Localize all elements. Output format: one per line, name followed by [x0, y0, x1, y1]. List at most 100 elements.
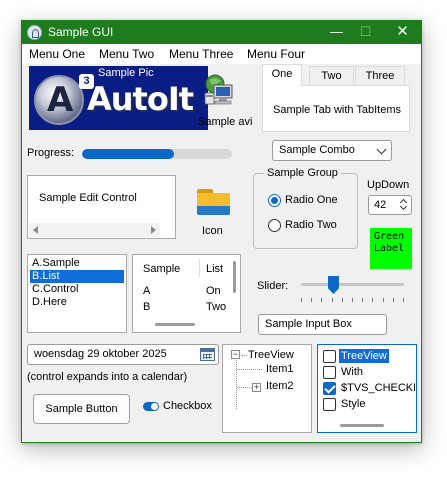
- menu-four[interactable]: Menu Four: [247, 47, 305, 61]
- tree-checkbox[interactable]: [323, 366, 336, 379]
- listview-horizontal-scrollbar[interactable]: [155, 323, 195, 326]
- slider-tick: [372, 298, 373, 302]
- table-cell[interactable]: B: [143, 301, 150, 313]
- column-separator[interactable]: [199, 259, 200, 277]
- folder-icon: [197, 187, 230, 215]
- scroll-left-icon[interactable]: [33, 226, 38, 234]
- slider-tick: [403, 298, 404, 302]
- chevron-down-icon[interactable]: [376, 144, 387, 155]
- slider-tick: [362, 298, 363, 302]
- avi-label: Sample avi: [198, 116, 253, 128]
- tree-item[interactable]: $TVS_CHECKBOXES: [339, 381, 415, 395]
- table-cell[interactable]: A: [143, 285, 150, 297]
- slider-tick: [393, 298, 394, 302]
- logo-wordmark: AutoIt: [87, 80, 194, 118]
- slider-track[interactable]: [301, 283, 404, 286]
- slider-tick: [311, 298, 312, 302]
- icon-label: Icon: [202, 225, 223, 237]
- menu-one[interactable]: Menu One: [29, 47, 85, 61]
- close-button[interactable]: ✕: [388, 21, 417, 44]
- edit-horizontal-scrollbar[interactable]: [29, 223, 160, 237]
- minimize-button[interactable]: —: [322, 21, 351, 44]
- spin-down-icon[interactable]: [399, 202, 408, 211]
- column-header-sample[interactable]: Sample: [143, 263, 180, 275]
- tree-checkbox[interactable]: [323, 398, 336, 411]
- slider-tick: [301, 298, 302, 302]
- sample-treeview[interactable]: − TreeView Item1 + Item2: [222, 344, 312, 433]
- sample-listview[interactable]: Sample List A On B Two: [132, 254, 241, 333]
- tab-three[interactable]: Three: [355, 66, 405, 86]
- checkbox-toggle[interactable]: [143, 402, 159, 411]
- radio-one[interactable]: [268, 194, 281, 207]
- menu-three[interactable]: Menu Three: [169, 47, 233, 61]
- green-label-line1: Green: [374, 231, 405, 242]
- slider-tick: [352, 298, 353, 302]
- date-hint: (control expands into a calendar): [27, 371, 188, 383]
- window-title: Sample GUI: [48, 25, 114, 39]
- slider-thumb[interactable]: [327, 276, 339, 294]
- updown-value: 42: [374, 199, 387, 211]
- computer-network-icon: [204, 74, 233, 105]
- menu-bar: Menu One Menu Two Menu Three Menu Four: [22, 44, 421, 64]
- tree-node-item2[interactable]: Item2: [266, 380, 294, 392]
- list-item[interactable]: C.Control: [30, 283, 124, 296]
- slider-tick: [332, 298, 333, 302]
- autoit-app-icon: [27, 25, 42, 40]
- slider-label: Slider:: [257, 280, 289, 292]
- tree-item[interactable]: With: [339, 365, 365, 379]
- tree-checkbox[interactable]: [323, 350, 336, 363]
- menu-two[interactable]: Menu Two: [99, 47, 154, 61]
- sample-listbox[interactable]: A.Sample B.List C.Control D.Here: [27, 254, 127, 333]
- tree-node-item1[interactable]: Item1: [266, 363, 294, 375]
- green-label-line2: Label: [374, 243, 405, 254]
- table-cell[interactable]: On: [206, 285, 221, 297]
- tab-control: One Two Three Sample Tab with TabItems: [262, 64, 410, 132]
- tab-one[interactable]: One: [262, 64, 302, 86]
- calendar-icon[interactable]: [200, 348, 215, 361]
- sample-gui-window: Sample GUI — ☐ ✕ Menu One Menu Two Menu …: [21, 20, 422, 443]
- checkbox-label[interactable]: Checkbox: [163, 400, 212, 412]
- radio-two-label[interactable]: Radio Two: [285, 219, 337, 231]
- input-value: Sample Input Box: [265, 318, 352, 330]
- sample-button[interactable]: Sample Button: [33, 394, 130, 424]
- column-header-list[interactable]: List: [206, 263, 223, 275]
- expand-icon[interactable]: +: [252, 383, 261, 392]
- tab-content-text: Sample Tab with TabItems: [273, 104, 401, 116]
- maximize-button[interactable]: ☐: [351, 21, 380, 44]
- title-bar[interactable]: Sample GUI — ☐ ✕: [22, 21, 421, 44]
- list-item[interactable]: A.Sample: [30, 257, 124, 270]
- sample-edit-control[interactable]: Sample Edit Control: [27, 175, 176, 239]
- tree-item-selected[interactable]: TreeView: [339, 349, 389, 363]
- tab-panel: Sample Tab with TabItems: [262, 85, 410, 132]
- radio-one-label[interactable]: Radio One: [285, 194, 338, 206]
- sample-combo[interactable]: Sample Combo: [272, 140, 392, 161]
- date-picker[interactable]: woensdag 29 oktober 2025: [27, 344, 219, 365]
- tree-item[interactable]: Style: [339, 397, 367, 411]
- listview-vertical-scrollbar[interactable]: [233, 261, 236, 293]
- tab-two[interactable]: Two: [309, 66, 354, 86]
- date-value: woensdag 29 oktober 2025: [34, 348, 167, 360]
- tree-connector: [241, 355, 247, 356]
- picture-caption: Sample Pic: [98, 67, 154, 79]
- slider-tick: [342, 298, 343, 302]
- edit-text: Sample Edit Control: [39, 192, 137, 204]
- radio-two[interactable]: [268, 219, 281, 232]
- tree-node-root[interactable]: TreeView: [248, 349, 294, 361]
- list-item-selected[interactable]: B.List: [30, 270, 124, 283]
- tree-checkbox-checked[interactable]: [323, 382, 336, 395]
- slider-ticks: [301, 298, 404, 302]
- sample-input-box[interactable]: Sample Input Box: [258, 314, 387, 335]
- slider-tick: [321, 298, 322, 302]
- progress-label: Progress:: [27, 147, 75, 159]
- collapse-icon[interactable]: −: [231, 350, 240, 359]
- scroll-right-icon[interactable]: [151, 226, 156, 234]
- progress-fill: [82, 149, 174, 159]
- checkbox-treeview[interactable]: TreeView With $TVS_CHECKBOXES Style: [317, 344, 417, 433]
- updown-input[interactable]: 42: [368, 195, 412, 215]
- list-item[interactable]: D.Here: [30, 296, 124, 309]
- checktree-horizontal-scrollbar[interactable]: [340, 424, 384, 427]
- group-title: Sample Group: [264, 167, 341, 179]
- tree-connector: [237, 387, 252, 388]
- tree-connector: [236, 360, 237, 409]
- table-cell[interactable]: Two: [206, 301, 226, 313]
